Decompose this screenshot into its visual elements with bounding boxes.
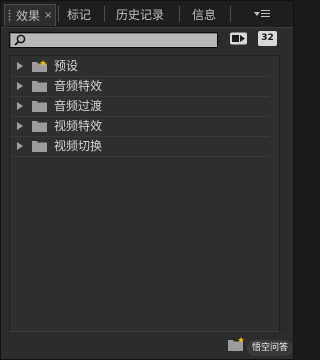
drag-grip-icon[interactable] [8, 9, 11, 22]
tab-effects-label: 效果 [16, 9, 41, 23]
tab-info[interactable]: 信息 [192, 4, 216, 26]
new-folder-icon [228, 337, 244, 351]
folder-icon [32, 141, 47, 152]
tab-history[interactable]: 历史记录 [116, 4, 164, 26]
expand-triangle-icon[interactable] [17, 62, 23, 70]
panel-tab-bar: 效果 × 标记 历史记录 信息 [1, 1, 293, 28]
tab-divider [230, 6, 231, 22]
tree-item-label: 预设 [54, 59, 79, 73]
32bit-effects-button[interactable]: 32 [258, 31, 277, 46]
new-custom-bin-button[interactable] [228, 337, 246, 351]
search-input[interactable] [28, 33, 213, 47]
expand-triangle-icon[interactable] [17, 82, 23, 90]
tab-markers[interactable]: 标记 [67, 4, 91, 26]
tab-divider [58, 6, 59, 22]
accelerated-effects-button[interactable] [229, 31, 248, 46]
close-icon[interactable]: × [44, 5, 52, 27]
accelerated-effects-icon [230, 32, 247, 45]
tree-item-audio-transitions[interactable]: 音频过渡 [10, 96, 269, 117]
chevron-down-icon [254, 12, 260, 16]
tree-item-video-effects[interactable]: 视频特效 [10, 116, 269, 137]
tab-effects[interactable]: 效果 × [4, 4, 56, 26]
tree-item-label: 音频过渡 [54, 99, 103, 113]
expand-triangle-icon[interactable] [17, 102, 23, 110]
panel-menu-button[interactable] [251, 6, 273, 22]
tree-item-label: 视频特效 [54, 119, 103, 133]
folder-icon [32, 101, 47, 112]
tree-item-presets[interactable]: 预设 [10, 56, 269, 77]
search-icon [14, 34, 26, 46]
preset-folder-icon [32, 60, 47, 72]
expand-triangle-icon[interactable] [17, 142, 23, 150]
menu-lines-icon [261, 10, 270, 18]
tab-divider [179, 6, 180, 22]
tree-item-label: 音频特效 [54, 79, 103, 93]
tab-divider [104, 6, 105, 22]
expand-triangle-icon[interactable] [17, 122, 23, 130]
tree-item-label: 视频切换 [54, 139, 103, 153]
folder-icon [32, 81, 47, 92]
search-row: 32 [1, 28, 293, 52]
watermark: 悟空问答 [247, 340, 293, 356]
tab-markers-label: 标记 [67, 8, 92, 22]
folder-icon [32, 121, 47, 132]
effects-tree: 预设 音频特效 音频过渡 视频特效 视频切换 [9, 55, 280, 332]
tree-item-audio-effects[interactable]: 音频特效 [10, 76, 269, 97]
tree-item-video-transitions[interactable]: 视频切换 [10, 136, 269, 157]
tab-history-label: 历史记录 [116, 8, 165, 22]
scrollbar-track[interactable] [279, 55, 289, 332]
effects-panel: 效果 × 标记 历史记录 信息 32 预设 音频特效 音频过渡 视频特效 视频切… [0, 0, 294, 360]
search-field[interactable] [9, 32, 218, 48]
tab-info-label: 信息 [192, 8, 217, 22]
